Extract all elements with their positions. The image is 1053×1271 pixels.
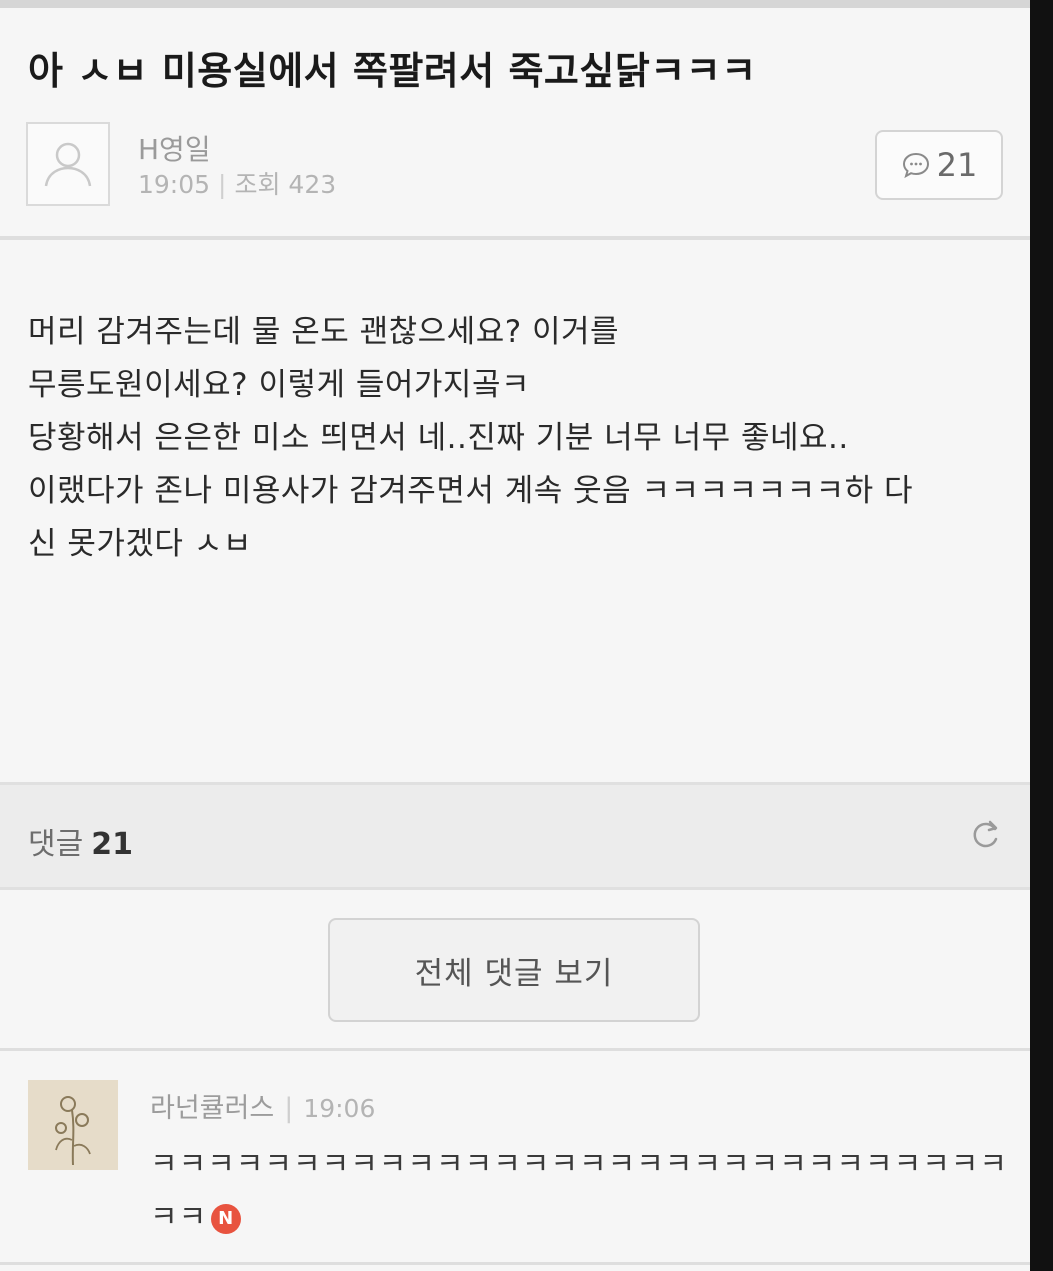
post-body-line: 머리 감겨주는데 물 온도 괜찮으세요? 이거를	[28, 314, 620, 350]
speech-bubble-icon	[902, 152, 929, 179]
post-body-line: 이랬다가 존나 미용사가 감겨주면서 계속 웃음 ㅋㅋㅋㅋㅋㅋㅋ하 다	[28, 473, 914, 509]
default-profile-icon	[44, 142, 92, 187]
post-body: 머리 감겨주는데 물 온도 괜찮으세요? 이거를 무릉도원이세요? 이렇게 들어…	[28, 306, 1018, 571]
post-time: 19:05	[138, 170, 211, 199]
comments-label: 댓글 21	[28, 819, 133, 863]
comments-header: 댓글 21	[0, 782, 1030, 890]
view-all-comments-button[interactable]: 전체 댓글 보기	[328, 918, 700, 1022]
post-view: 아 ㅅㅂ 미용실에서 쪽팔려서 죽고싶닭ㅋㅋㅋ H영일 19:05 | 조회 423…	[0, 0, 1030, 1271]
post-title: 아 ㅅㅂ 미용실에서 쪽팔려서 죽고싶닭ㅋㅋㅋ	[28, 49, 757, 93]
header-divider	[0, 236, 1030, 240]
refresh-icon	[973, 820, 998, 848]
comment-author[interactable]: 라넌큘러스	[150, 1093, 274, 1124]
view-count: 조회 423	[234, 170, 337, 199]
post-body-line: 당황해서 은은한 미소 띄면서 네..진짜 기분 너무 너무 좋네요..	[28, 420, 849, 456]
comments-divider	[0, 1048, 1030, 1051]
comment-count: 21	[936, 146, 978, 184]
new-badge: N	[211, 1203, 242, 1234]
author-name[interactable]: H영일	[138, 128, 211, 168]
post-body-line: 무릉도원이세요? 이렇게 들어가지곸ㅋ	[28, 367, 530, 403]
post-body-line: 신 못가겠다 ㅅㅂ	[28, 526, 252, 562]
meta-separator: |	[218, 170, 227, 199]
post-meta: 19:05 | 조회 423	[138, 165, 336, 201]
comment-text: ㅋㅋㅋㅋㅋㅋㅋㅋㅋㅋㅋㅋㅋㅋㅋㅋㅋㅋㅋㅋㅋㅋㅋㅋㅋㅋㅋㅋㅋㅋㅋㅋ N	[150, 1138, 1010, 1244]
top-divider	[0, 0, 1030, 8]
comment-time: 19:06	[303, 1094, 376, 1123]
comment-author-row: 라넌큘러스 | 19:06	[150, 1086, 375, 1125]
refresh-button[interactable]	[966, 815, 1006, 855]
bottom-divider	[0, 1262, 1030, 1265]
comments-count: 21	[91, 827, 133, 862]
commenter-avatar[interactable]	[28, 1080, 118, 1170]
comments-label-text: 댓글	[28, 827, 84, 862]
comment-body: ㅋㅋㅋㅋㅋㅋㅋㅋㅋㅋㅋㅋㅋㅋㅋㅋㅋㅋㅋㅋㅋㅋㅋㅋㅋㅋㅋㅋㅋㅋㅋㅋ	[150, 1147, 1008, 1235]
author-avatar[interactable]	[26, 122, 110, 206]
flower-drawing-icon	[28, 1080, 118, 1170]
comment-count-button[interactable]: 21	[875, 130, 1003, 200]
meta-separator: |	[284, 1093, 294, 1124]
